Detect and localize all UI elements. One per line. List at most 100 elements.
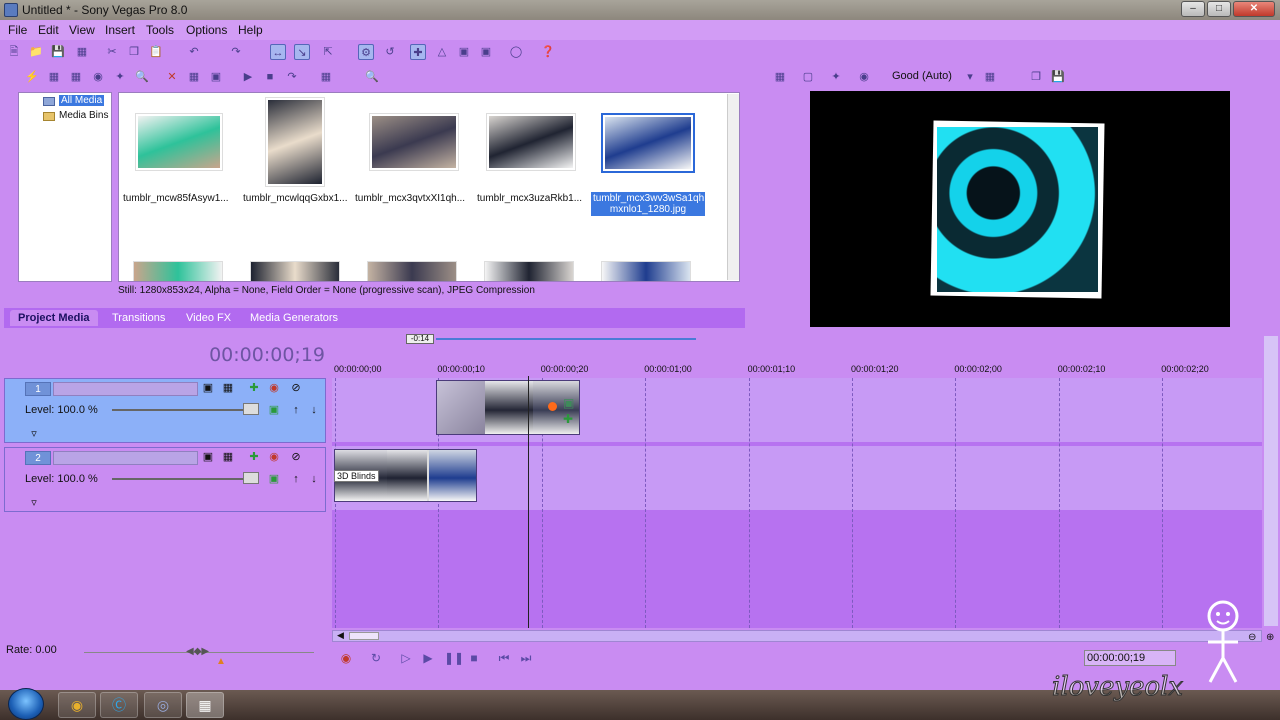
redo-icon[interactable]: ↷ (228, 44, 244, 60)
views-icon[interactable]: ▦ (318, 69, 334, 85)
snapping-icon[interactable]: ✚ (410, 44, 426, 60)
skype-taskbar-icon[interactable]: Ⓒ (100, 692, 138, 718)
transition-label[interactable]: 3D Blinds (334, 470, 379, 482)
mute-icon[interactable]: ⊘ (289, 381, 303, 395)
media-properties-icon[interactable]: ▦ (186, 69, 202, 85)
media-thumbnail[interactable] (250, 261, 340, 281)
event-fx-icon[interactable]: ✚ (563, 412, 573, 426)
new-file-icon[interactable]: 🗎 (6, 44, 22, 60)
level-slider[interactable] (112, 409, 252, 411)
video-fx-icon[interactable]: ✦ (828, 69, 844, 85)
remove-media-icon[interactable]: ✕ (164, 69, 180, 85)
play-media-icon[interactable]: ▶ (240, 69, 256, 85)
search-media-icon[interactable]: 🔍 (134, 69, 150, 85)
media-thumbnail[interactable] (367, 261, 457, 281)
play-icon[interactable]: ▶ (420, 651, 436, 665)
media-thumbnail[interactable] (601, 113, 695, 173)
tab-transitions[interactable]: Transitions (104, 310, 173, 326)
paste-icon[interactable]: 📋 (148, 44, 164, 60)
solo-icon[interactable]: ◉ (267, 381, 281, 395)
copy-icon[interactable]: ❐ (126, 44, 142, 60)
tag-icon[interactable]: ▣ (208, 69, 224, 85)
video-clip-track-1[interactable] (436, 380, 580, 435)
loop-region-bar[interactable] (436, 338, 696, 340)
cut-icon[interactable]: ✂ (104, 44, 120, 60)
menu-edit[interactable]: Edit (38, 23, 59, 37)
track-name-field[interactable] (53, 451, 198, 465)
vegas-taskbar-icon[interactable]: ▦ (186, 692, 224, 718)
zoom-tool-icon[interactable]: ▣ (478, 44, 494, 60)
timeline-vertical-scrollbar[interactable] (1264, 336, 1278, 626)
preview-quality-select[interactable]: Good (Auto) (892, 70, 952, 82)
menu-help[interactable]: Help (238, 23, 263, 37)
media-thumbnail[interactable] (601, 261, 691, 281)
expand-track-icon[interactable]: ✚ (247, 450, 261, 464)
stop-media-icon[interactable]: ■ (262, 69, 278, 85)
track-motion-icon[interactable]: ▣ (201, 381, 215, 395)
close-button[interactable]: ✕ (1233, 1, 1275, 17)
magnify-icon[interactable]: 🔍 (364, 69, 380, 85)
track-expand-arrow-icon[interactable]: ▿ (27, 427, 41, 441)
mute-icon[interactable]: ⊘ (289, 450, 303, 464)
menu-tools[interactable]: Tools (146, 23, 174, 37)
record-icon[interactable]: ◉ (338, 651, 354, 665)
selection-tool-icon[interactable]: ⇱ (320, 44, 336, 60)
menu-options[interactable]: Options (186, 23, 227, 37)
media-thumbnail[interactable] (133, 261, 223, 281)
track-fx-icon[interactable]: ▦ (221, 381, 235, 395)
timeline-horizontal-scrollbar[interactable]: ◀ (332, 630, 1262, 642)
media-thumbnail[interactable] (265, 97, 325, 187)
compositing-mode-icon[interactable]: ▣ (267, 472, 281, 486)
overlays-icon[interactable]: ▦ (982, 69, 998, 85)
quality-dropdown-icon[interactable]: ▾ (962, 69, 978, 85)
markers-icon[interactable]: ▣ (456, 44, 472, 60)
tree-item-all-media[interactable]: All Media (59, 95, 105, 106)
pause-icon[interactable]: ❚❚ (444, 651, 464, 665)
rate-slider-knob[interactable]: ◀◆▶ (186, 646, 210, 658)
tab-project-media[interactable]: Project Media (10, 310, 98, 326)
compositing-mode-icon[interactable]: ▣ (267, 403, 281, 417)
auto-preview-icon[interactable]: ↷ (284, 69, 300, 85)
go-to-end-icon[interactable]: ⏭ (518, 651, 534, 665)
level-slider-knob[interactable] (243, 472, 259, 484)
fade-handle-icon[interactable] (548, 402, 557, 411)
go-to-start-icon[interactable]: ⏮ (496, 651, 512, 665)
zoom-out-icon[interactable]: ⊖ (1248, 632, 1256, 643)
capture-icon[interactable]: ◯ (508, 44, 524, 60)
scroll-left-icon[interactable]: ◀ (337, 630, 344, 641)
save-snapshot-icon[interactable]: 💾 (1050, 69, 1066, 85)
media-filename[interactable]: tumblr_mcx3uzaRkb1... (477, 193, 582, 204)
play-from-start-icon[interactable]: ▷ (398, 651, 414, 665)
split-screen-icon[interactable]: ◉ (856, 69, 872, 85)
help-pointer-icon[interactable]: ❓ (540, 44, 556, 60)
tab-video-fx[interactable]: Video FX (178, 310, 239, 326)
capture-video-icon[interactable]: ▦ (46, 69, 62, 85)
lock-envelopes-icon[interactable]: ↺ (382, 44, 398, 60)
media-filename[interactable]: tumblr_mcx3wv3wSa1qh mxnlo1_1280.jpg (591, 192, 705, 216)
tab-media-generators[interactable]: Media Generators (242, 310, 346, 326)
envelope-tool-icon[interactable]: ↘ (294, 44, 310, 60)
menu-file[interactable]: File (8, 23, 27, 37)
open-folder-icon[interactable]: 📁 (28, 44, 44, 60)
media-thumbnail[interactable] (369, 113, 459, 171)
make-child-icon[interactable]: ↓ (307, 472, 321, 486)
level-slider[interactable] (112, 478, 252, 480)
external-monitor-icon[interactable]: ▢ (800, 69, 816, 85)
normal-edit-tool-icon[interactable]: ↔ (270, 44, 286, 60)
media-filename[interactable]: tumblr_mcwlqqGxbx1... (243, 193, 347, 204)
media-thumbnail[interactable] (135, 113, 223, 171)
media-filename[interactable]: tumblr_mcw85fAsyw1... (123, 193, 229, 204)
get-media-icon[interactable]: ▦ (68, 69, 84, 85)
level-slider-knob[interactable] (243, 403, 259, 415)
tree-item-media-bins[interactable]: Media Bins (59, 110, 108, 121)
make-parent-icon[interactable]: ↑ (289, 472, 303, 486)
track-name-field[interactable] (53, 382, 198, 396)
expand-track-icon[interactable]: ✚ (247, 381, 261, 395)
track-header-2[interactable]: 2 ▣ ▦ ✚ ◉ ⊘ Level: 100.0 % ▣ ↑ ↓ ▿ (4, 447, 326, 512)
properties-icon[interactable]: ▦ (74, 44, 90, 60)
media-thumbnail[interactable] (486, 113, 576, 171)
menu-view[interactable]: View (69, 23, 95, 37)
media-thumbnail[interactable] (484, 261, 574, 281)
make-parent-icon[interactable]: ↑ (289, 403, 303, 417)
playhead-cursor[interactable] (528, 376, 529, 628)
